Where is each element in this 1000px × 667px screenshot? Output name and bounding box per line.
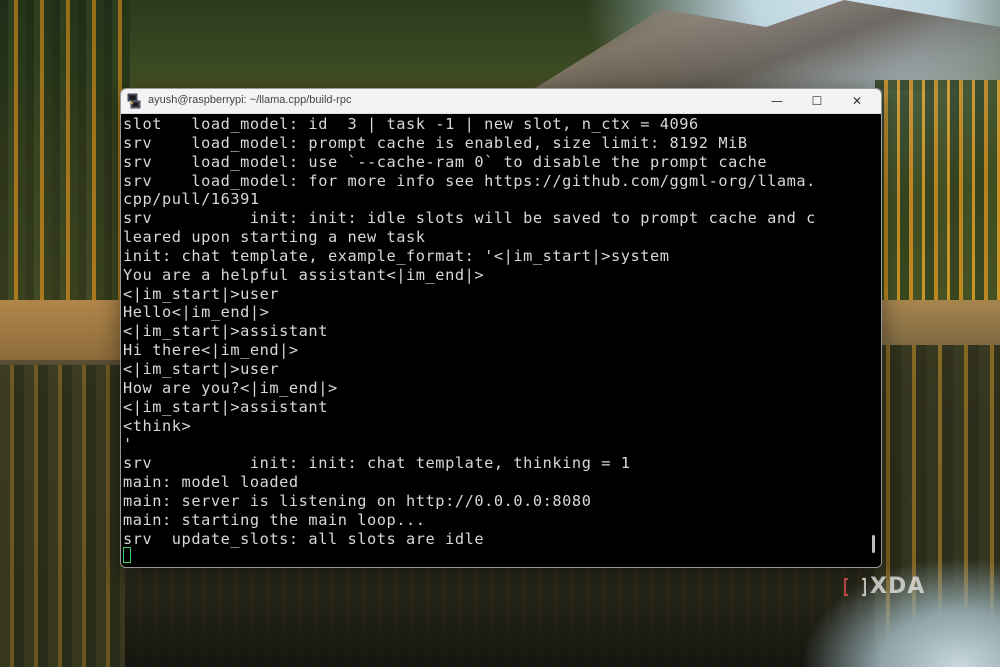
close-button[interactable]: ✕ (837, 89, 877, 113)
mountain-ridge (532, 0, 1000, 90)
terminal-line: You are a helpful assistant<|im_end|> (123, 265, 485, 284)
terminal-line: srv load_model: use `--cache-ram 0` to d… (123, 152, 768, 171)
terminal-line: main: starting the main loop... (123, 510, 426, 529)
terminal-line: How are you?<|im_end|> (123, 378, 338, 397)
terminal-line: init: chat template, example_format: '<|… (123, 246, 670, 265)
terminal-line: <think> (123, 416, 192, 435)
terminal-line: srv load_model: prompt cache is enabled,… (123, 133, 748, 152)
terminal-line: <|im_start|>assistant (123, 322, 328, 341)
terminal-line: slot load_model: id 3 | task -1 | new sl… (123, 115, 699, 133)
terminal-line: leared upon starting a new task (123, 228, 426, 247)
terminal-line: srv load_model: for more info see https:… (123, 171, 816, 190)
terminal-line: <|im_start|>assistant (123, 397, 328, 416)
xda-logo-icon (844, 577, 866, 597)
window-title: ayush@raspberrypi: ~/llama.cpp/build-rpc (148, 94, 352, 106)
scrollbar-thumb[interactable] (872, 535, 875, 553)
terminal-window[interactable]: ayush@raspberrypi: ~/llama.cpp/build-rpc… (120, 88, 882, 568)
putty-icon (127, 93, 141, 109)
lake-reflection-bottom (125, 567, 875, 667)
maximize-button[interactable]: ☐ (797, 89, 837, 113)
terminal-line: srv init: init: idle slots will be saved… (123, 209, 816, 228)
terminal-line: main: server is listening on http://0.0.… (123, 491, 592, 510)
shore-left (0, 300, 125, 360)
vertical-scrollbar[interactable] (866, 114, 881, 567)
shore-right (875, 300, 1000, 345)
terminal-line: <|im_start|>user (123, 359, 280, 378)
terminal-output[interactable]: slot load_model: id 3 | task -1 | new sl… (121, 114, 866, 567)
terminal-lines: slot load_model: id 3 | task -1 | new sl… (123, 115, 816, 548)
terminal-line: srv init: init: chat template, thinking … (123, 454, 631, 473)
title-bar[interactable]: ayush@raspberrypi: ~/llama.cpp/build-rpc… (121, 89, 881, 114)
terminal-line: ' (123, 435, 133, 454)
lake-reflection-left (0, 365, 125, 667)
terminal-line: <|im_start|>user (123, 284, 280, 303)
watermark-text: XDA (870, 574, 926, 599)
terminal-line: Hello<|im_end|> (123, 303, 270, 322)
terminal-cursor (123, 547, 131, 563)
terminal-line: cpp/pull/16391 (123, 190, 260, 209)
terminal-line: srv update_slots: all slots are idle (123, 529, 485, 548)
terminal-line: Hi there<|im_end|> (123, 341, 299, 360)
xda-watermark: XDA (844, 574, 944, 600)
terminal-line: main: model loaded (123, 473, 299, 492)
minimize-button[interactable]: — (757, 89, 797, 113)
